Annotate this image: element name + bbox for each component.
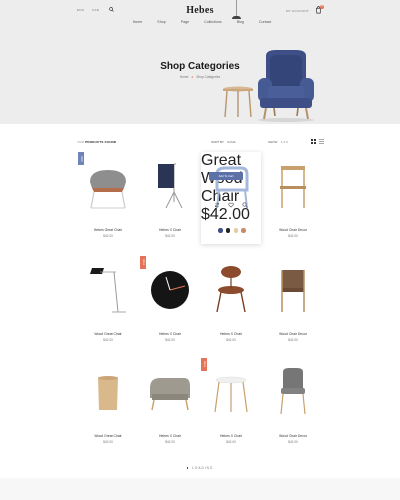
product-image[interactable] xyxy=(263,358,323,418)
product-name[interactable]: Hebes X Chair xyxy=(201,434,261,438)
site-logo[interactable]: Hebes xyxy=(0,5,400,16)
breadcrumb: Home ● Shop Categories xyxy=(0,75,400,79)
product-price: $42.00 xyxy=(288,440,298,444)
product-price: $42.00 xyxy=(288,338,298,342)
side-table-image xyxy=(223,86,253,118)
product-card[interactable]: Wood Great Chair $42.00 xyxy=(78,256,138,348)
swatch-black[interactable] xyxy=(225,228,231,233)
product-image[interactable] xyxy=(201,256,261,316)
swatch-terracotta[interactable] xyxy=(241,228,246,233)
product-card-hover[interactable]: Add To Cart Great Wood Chair $42.00 xyxy=(201,152,261,244)
product-card[interactable]: Hebes X Chair $42.00 xyxy=(140,152,200,244)
product-name[interactable]: Wood Great Chair xyxy=(78,434,138,438)
product-price: $42.00 xyxy=(226,440,236,444)
result-count: YOU PRODUCTS FOUND xyxy=(77,140,116,144)
add-to-cart-button[interactable]: Add To Cart xyxy=(209,172,243,180)
hero-banner: ENG USD Hebes MY ACCOUNT 0 Home Shop Pag… xyxy=(0,0,400,124)
wishlist-icon[interactable] xyxy=(228,202,234,208)
product-image[interactable] xyxy=(263,152,323,212)
product-image[interactable] xyxy=(140,256,200,316)
product-price: $42.00 xyxy=(103,338,113,342)
product-price: $42.00 xyxy=(103,234,113,238)
nav-page[interactable]: Page xyxy=(181,20,189,24)
product-name[interactable]: Wood Chair Decor xyxy=(263,228,323,232)
quick-view-icon[interactable] xyxy=(242,202,248,208)
breadcrumb-home[interactable]: Home xyxy=(180,75,189,79)
nav-collections[interactable]: Collections xyxy=(204,20,222,24)
list-view-icon[interactable] xyxy=(319,139,324,144)
nav-contact[interactable]: Contact xyxy=(259,20,271,24)
nav-shop[interactable]: Shop xyxy=(157,20,165,24)
product-card[interactable]: SALE Hebes X Chair $42.00 xyxy=(201,358,261,450)
nav-blog[interactable]: Blog xyxy=(237,20,244,24)
product-image[interactable] xyxy=(78,358,138,418)
armchair-image xyxy=(258,50,314,122)
product-name[interactable]: Hebes X Chair xyxy=(140,332,200,336)
new-badge: NEW xyxy=(78,152,84,165)
product-card[interactable]: SALE Hebes X Chair $42.00 xyxy=(140,256,200,348)
swatch-blue[interactable] xyxy=(218,228,223,233)
product-card[interactable]: Hebes X Chair $42.00 xyxy=(140,358,200,450)
product-image[interactable] xyxy=(78,256,138,316)
page-title: Shop Categories xyxy=(160,61,240,72)
main-nav: Home Shop Page Collections Blog Contact xyxy=(0,20,400,24)
product-name[interactable]: Hebes X Chair xyxy=(201,332,261,336)
breadcrumb-separator: ● xyxy=(191,75,194,79)
pendant-lamp xyxy=(232,16,241,19)
show-label: SHOW xyxy=(268,140,278,144)
sale-badge: SALE xyxy=(201,358,207,371)
product-name[interactable]: Hebes X Chair xyxy=(140,228,200,232)
product-image[interactable] xyxy=(263,256,323,316)
product-image[interactable] xyxy=(78,152,138,212)
nav-home[interactable]: Home xyxy=(133,20,143,24)
sort-label: SORT BY xyxy=(211,140,225,144)
product-price: $42.00 xyxy=(165,338,175,342)
product-card[interactable]: NEW Hebes Great Chair $42.00 xyxy=(78,152,138,244)
sort-select[interactable]: NAME xyxy=(227,140,236,144)
breadcrumb-current: Shop Categories xyxy=(196,75,221,79)
product-price: $42.00 xyxy=(103,440,113,444)
show-per-page[interactable]: 1 2 3 xyxy=(281,140,288,144)
color-swatches xyxy=(218,228,246,233)
product-name[interactable]: Wood Great Chair xyxy=(78,332,138,336)
account-link[interactable]: MY ACCOUNT xyxy=(286,9,309,13)
load-more[interactable]: LOADING xyxy=(0,466,400,470)
product-name[interactable]: Wood Chair Decor xyxy=(263,332,323,336)
product-price: $42.00 xyxy=(165,234,175,238)
product-image[interactable] xyxy=(140,358,200,418)
product-card[interactable]: Wood Great Chair $42.00 xyxy=(78,358,138,450)
result-count-label: PRODUCTS FOUND xyxy=(85,140,117,144)
product-image[interactable] xyxy=(201,358,261,418)
loading-label: LOADING xyxy=(192,466,214,470)
product-name[interactable]: Hebes Great Chair xyxy=(78,228,138,232)
product-card[interactable]: Wood Chair Decor $42.00 xyxy=(263,152,323,244)
product-price: $42.00 xyxy=(165,440,175,444)
product-card[interactable]: Wood Chair Decor $42.00 xyxy=(263,256,323,348)
pendant-lamp-cord xyxy=(236,0,237,17)
quick-actions xyxy=(214,202,248,208)
compare-icon[interactable] xyxy=(214,202,220,208)
cart-count-badge: 0 xyxy=(320,5,324,9)
product-card[interactable]: Wood Chair Decor $42.00 xyxy=(263,358,323,450)
product-price: $42.00 xyxy=(226,338,236,342)
loading-dot-icon xyxy=(186,467,189,469)
swatch-beige[interactable] xyxy=(233,228,239,233)
product-price: $42.00 xyxy=(288,234,298,238)
shop-toolbar: YOU PRODUCTS FOUND SORT BY NAME SHOW 1 2… xyxy=(77,138,324,146)
result-count-prefix: YOU xyxy=(77,140,85,144)
product-name[interactable]: Wood Chair Decor xyxy=(263,434,323,438)
product-card[interactable]: Hebes X Chair $42.00 xyxy=(201,256,261,348)
grid-view-icon[interactable] xyxy=(311,139,316,144)
product-image[interactable] xyxy=(140,152,200,212)
product-name[interactable]: Hebes X Chair xyxy=(140,434,200,438)
page-footer xyxy=(0,478,400,500)
sale-badge: SALE xyxy=(140,256,146,269)
